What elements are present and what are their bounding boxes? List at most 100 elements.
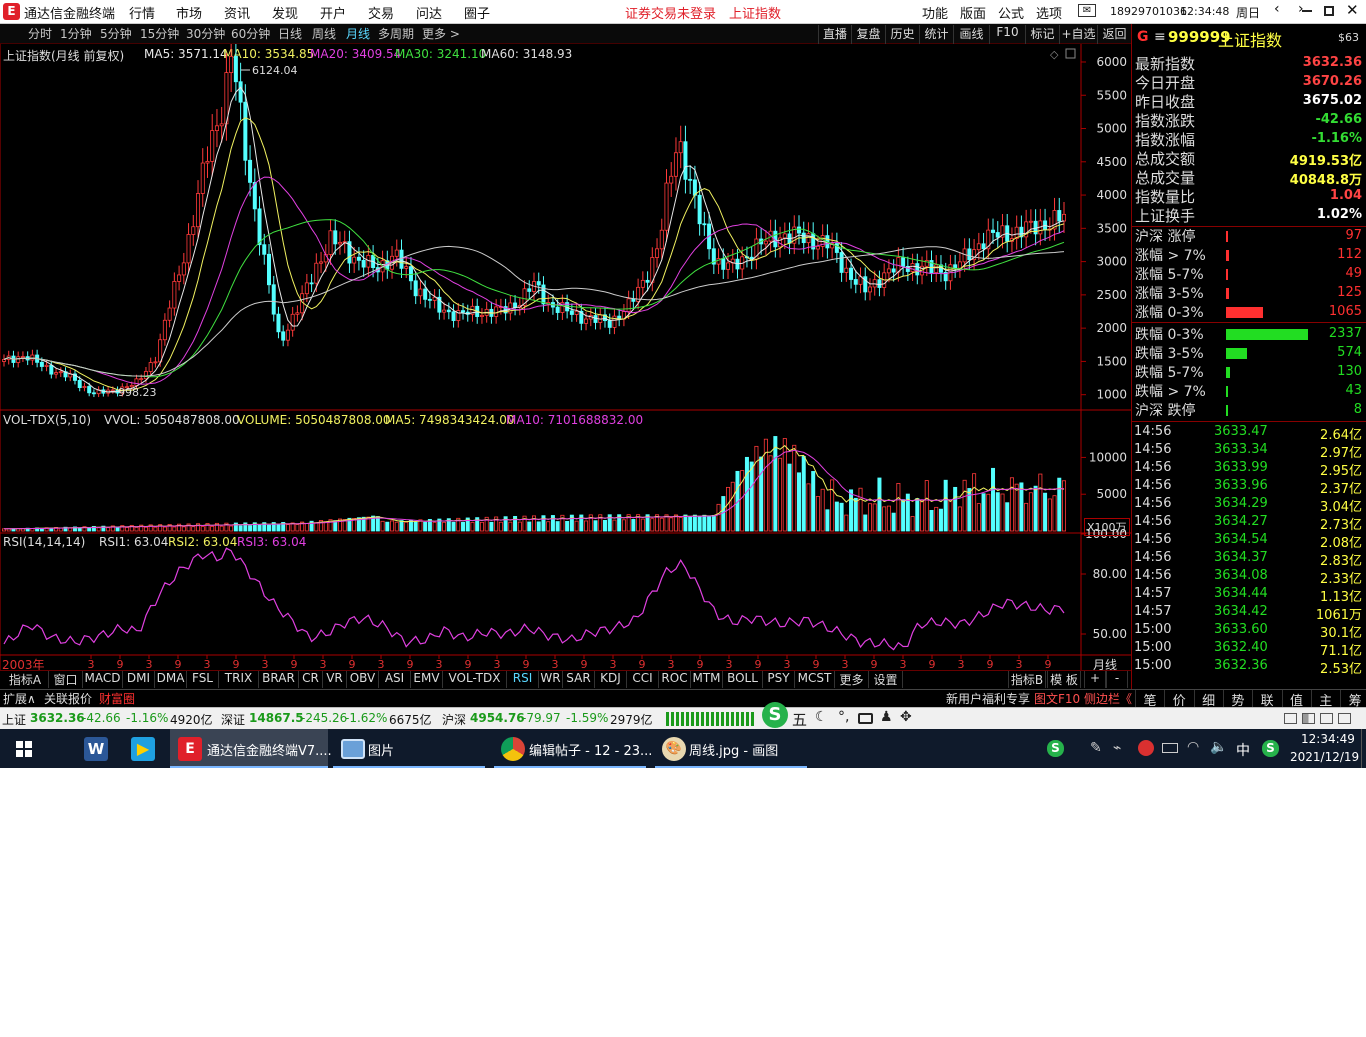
newuser-banner[interactable]: 新用户福利专享 — [946, 690, 1030, 707]
tab-extend[interactable]: 扩展∧ — [3, 690, 36, 707]
menu-quanzi[interactable]: 圈子 — [464, 3, 490, 22]
tool-zhibo[interactable]: 直播 — [818, 25, 851, 44]
tray-time[interactable]: 12:34:49 — [1301, 732, 1355, 746]
menu-gongneng[interactable]: 功能 — [922, 3, 948, 22]
layout-icon-2[interactable] — [1302, 713, 1315, 724]
taskbar-label-paint[interactable]: 周线.jpg - 画图 — [689, 740, 778, 759]
menu-icon[interactable]: ≡ — [1154, 29, 1166, 45]
indicator-tab[interactable]: MTM — [691, 671, 723, 688]
menu-faxian[interactable]: 发现 — [272, 3, 298, 22]
tf-more[interactable]: 更多 > — [422, 25, 460, 44]
indicator-tab[interactable]: DMI — [123, 671, 155, 688]
indicator-tab[interactable]: 窗口 — [49, 671, 83, 688]
tf-monthly[interactable]: 月线 — [346, 25, 370, 44]
indicator-right-tab[interactable]: 模 板 — [1047, 671, 1081, 688]
tool-lishi[interactable]: 历史 — [885, 25, 919, 44]
tf-15min[interactable]: 15分钟 — [140, 25, 179, 44]
tool-zixuan[interactable]: +自选 — [1059, 25, 1097, 44]
mail-icon[interactable]: ✉ — [1078, 4, 1096, 17]
tray-wifi-icon[interactable]: ◠ — [1187, 739, 1199, 755]
tray-date[interactable]: 2021/12/19 — [1290, 750, 1359, 764]
minimize-icon[interactable] — [1302, 10, 1312, 12]
indicator-tab[interactable]: OBV — [347, 671, 379, 688]
indicator-tab[interactable]: PSY — [763, 671, 795, 688]
tf-multi[interactable]: 多周期 — [378, 25, 414, 44]
menu-shichang[interactable]: 市场 — [176, 3, 202, 22]
show-desktop-strip[interactable] — [1361, 729, 1366, 768]
tool-tongji[interactable]: 统计 — [919, 25, 953, 44]
indicator-right-tab[interactable]: + — [1084, 671, 1106, 688]
indicator-tab[interactable]: 指标A — [2, 671, 49, 688]
tf-60min[interactable]: 60分钟 — [231, 25, 270, 44]
tf-fenshi[interactable]: 分时 — [28, 25, 52, 44]
tf-1min[interactable]: 1分钟 — [60, 25, 92, 44]
ime-user-icon[interactable]: ♟ — [880, 709, 893, 725]
tool-fupan[interactable]: 复盘 — [851, 25, 885, 44]
tray-sogou-icon[interactable]: S — [1047, 740, 1064, 757]
login-notice[interactable]: 证券交易未登录 — [625, 3, 716, 22]
tab-f10-text[interactable]: 图文F10 — [1034, 690, 1080, 707]
indicator-tab[interactable]: FSL — [187, 671, 219, 688]
tool-huaxian[interactable]: 画线 — [953, 25, 989, 44]
indicator-tab[interactable]: VR — [323, 671, 347, 688]
menu-jiaoyi[interactable]: 交易 — [368, 3, 394, 22]
tray-shield-icon[interactable] — [1138, 740, 1154, 756]
back-arrow-icon[interactable]: ‹ — [1274, 1, 1280, 17]
tool-biaoji[interactable]: 标记 — [1025, 25, 1059, 44]
menu-hangqing[interactable]: 行情 — [129, 3, 155, 22]
tray-battery-icon[interactable] — [1162, 743, 1178, 753]
layout-icon-4[interactable] — [1338, 713, 1351, 724]
index-notice[interactable]: 上证指数 — [729, 3, 781, 22]
indicator-tab[interactable]: BRAR — [259, 671, 299, 688]
forward-arrow-icon[interactable]: › — [1298, 1, 1304, 17]
tab-related-quote[interactable]: 关联报价 — [44, 690, 92, 707]
indicator-tab[interactable]: MCST — [795, 671, 835, 688]
tray-usb-icon[interactable]: ⌁ — [1113, 740, 1121, 756]
layout-icon-1[interactable] — [1284, 713, 1297, 724]
layout-icon-3[interactable] — [1320, 713, 1333, 724]
sogou-ime-logo[interactable]: S — [762, 702, 788, 728]
chrome-icon[interactable] — [501, 737, 525, 761]
indicator-tab[interactable]: CR — [299, 671, 323, 688]
tool-fanhui[interactable]: 返回 — [1097, 25, 1131, 44]
indicator-tab[interactable]: MACD — [83, 671, 123, 688]
tray-volume-icon[interactable]: 🔈 — [1210, 739, 1227, 755]
restore-icon[interactable] — [1324, 6, 1334, 16]
indicator-tab[interactable]: ASI — [379, 671, 411, 688]
indicator-tab[interactable]: TRIX — [219, 671, 259, 688]
tf-5min[interactable]: 5分钟 — [100, 25, 132, 44]
indicator-tab[interactable]: VOL-TDX — [443, 671, 507, 688]
menu-wenda[interactable]: 问达 — [416, 3, 442, 22]
taskbar-label-photos[interactable]: 图片 — [368, 740, 394, 759]
tab-sidebar[interactable]: 侧边栏《 — [1084, 690, 1132, 707]
taskbar-label-chrome[interactable]: 编辑帖子 - 12 - 23... — [529, 740, 652, 759]
menu-gongshi[interactable]: 公式 — [998, 3, 1024, 22]
ime-keyboard-icon[interactable] — [858, 713, 873, 724]
menu-zixun[interactable]: 资讯 — [224, 3, 250, 22]
windows-start-icon[interactable] — [16, 741, 32, 757]
menu-banmian[interactable]: 版面 — [960, 3, 986, 22]
video-player-icon[interactable]: ▶ — [131, 737, 155, 761]
indicator-right-tab[interactable]: - — [1106, 671, 1128, 688]
ime-wubi-icon[interactable]: 五 — [792, 709, 807, 730]
tray-sogou-icon-2[interactable]: S — [1262, 740, 1279, 757]
indicator-tab[interactable]: RSI — [507, 671, 539, 688]
indicator-tab[interactable]: SAR — [563, 671, 595, 688]
photos-icon[interactable] — [341, 739, 365, 759]
ime-moon-icon[interactable]: ☾ — [815, 709, 828, 725]
paint-icon[interactable]: 🎨 — [662, 737, 686, 761]
indicator-tab[interactable]: WR — [539, 671, 563, 688]
indicator-tab[interactable]: 设置 — [869, 671, 903, 688]
menu-kaihu[interactable]: 开户 — [320, 3, 346, 22]
tf-weekly[interactable]: 周线 — [312, 25, 336, 44]
indicator-tab[interactable]: BOLL — [723, 671, 763, 688]
indicator-tab[interactable]: ROC — [659, 671, 691, 688]
ime-punct-icon[interactable]: °, — [838, 709, 849, 725]
indicator-tab[interactable]: EMV — [411, 671, 443, 688]
word-icon[interactable]: W — [84, 737, 108, 761]
indicator-right-tab[interactable]: 指标B — [1008, 671, 1046, 688]
indicator-tab[interactable]: KDJ — [595, 671, 627, 688]
indicator-tab[interactable]: DMA — [155, 671, 187, 688]
indicator-tab[interactable]: 更多 — [835, 671, 869, 688]
kline-chart[interactable]: 6000 5500 5000 4500 4000 3500 3000 2500 2000 1500… — [0, 44, 1131, 670]
